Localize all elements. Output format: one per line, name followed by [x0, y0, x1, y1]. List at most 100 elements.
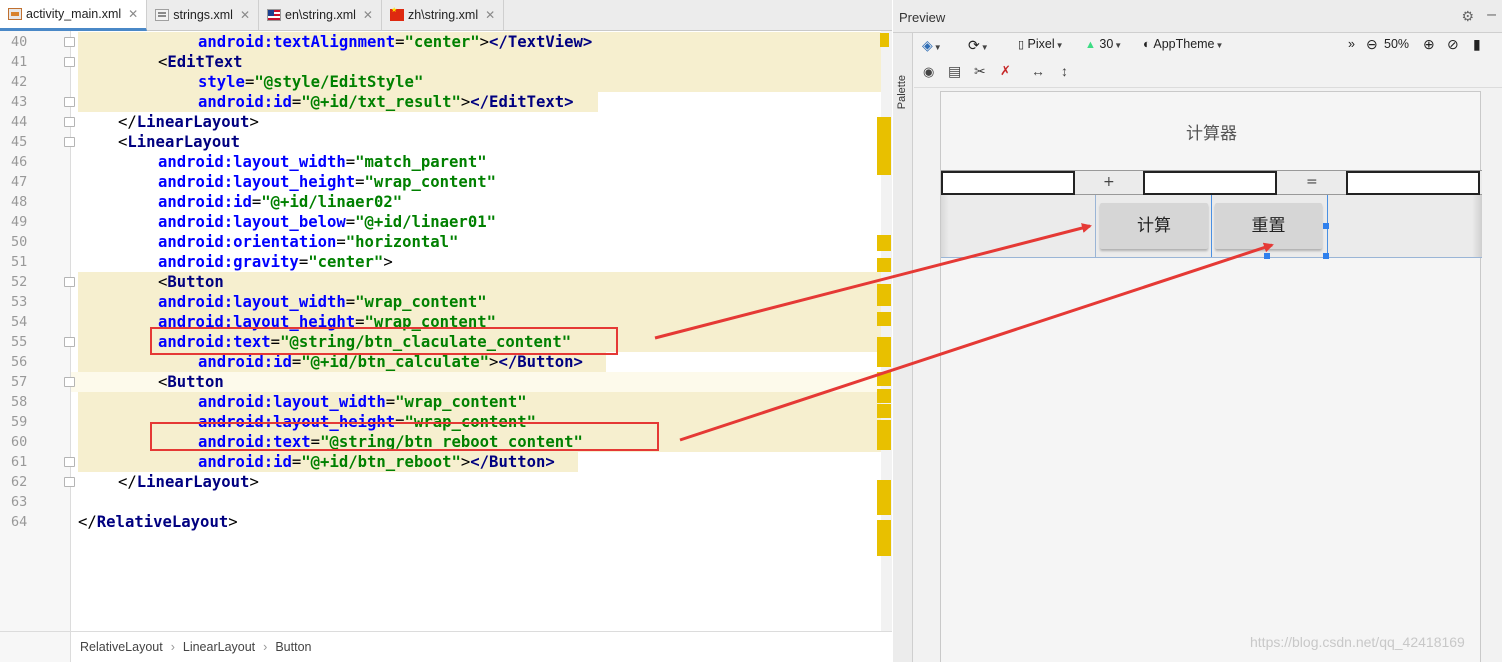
- change-marker[interactable]: [877, 258, 891, 272]
- change-marker[interactable]: [877, 480, 891, 515]
- code-line[interactable]: 64 </RelativeLayout>: [0, 512, 892, 532]
- reboot-button[interactable]: 重置: [1215, 203, 1322, 249]
- code-line[interactable]: 48 android:id="@+id/linaer02": [0, 192, 892, 212]
- tab-en-string[interactable]: en\string.xml ✕: [259, 0, 382, 30]
- autoconnect-icon[interactable]: ✂: [974, 63, 986, 80]
- code-token: <: [118, 133, 128, 151]
- tab-strings[interactable]: strings.xml ✕: [147, 0, 260, 30]
- change-marker[interactable]: [877, 312, 891, 326]
- code-line[interactable]: 42 style="@style/EditStyle": [0, 72, 892, 92]
- selection-handle[interactable]: [1264, 253, 1270, 259]
- overflow-icon[interactable]: »: [1348, 37, 1355, 51]
- operand2-input[interactable]: [1143, 171, 1277, 195]
- tab-label: strings.xml: [173, 8, 233, 22]
- result-input[interactable]: [1346, 171, 1480, 195]
- selection-handle[interactable]: [1323, 223, 1329, 229]
- theme-selector[interactable]: ◐ AppTheme▼: [1143, 37, 1223, 51]
- app-title: 计算器: [1186, 124, 1237, 144]
- code-token: <: [158, 373, 168, 391]
- code-line[interactable]: 40 android:textAlignment="center"></TextV…: [0, 32, 892, 52]
- change-marker[interactable]: [877, 117, 891, 175]
- design-surface-button[interactable]: ◈▼: [922, 37, 942, 54]
- api-selector[interactable]: ▲ 30▼: [1085, 37, 1122, 51]
- clear-constraints-icon[interactable]: ✗: [1000, 63, 1011, 79]
- code-line[interactable]: 57 <Button: [0, 372, 892, 392]
- code-line[interactable]: 53 android:layout_width="wrap_content": [0, 292, 892, 312]
- horizontal-resize-icon[interactable]: ↔: [1031, 63, 1045, 79]
- close-icon[interactable]: ✕: [485, 8, 495, 22]
- line-number: 62: [11, 474, 28, 490]
- code-line[interactable]: 61 android:id="@+id/btn_reboot"></Button>: [0, 452, 892, 472]
- input-row: + =: [941, 170, 1482, 195]
- code-line[interactable]: 51 android:gravity="center">: [0, 252, 892, 272]
- blueprint-icon[interactable]: ▤: [948, 63, 961, 80]
- change-marker[interactable]: [877, 420, 891, 450]
- change-marker[interactable]: [877, 235, 891, 251]
- code-line[interactable]: 63: [0, 492, 892, 512]
- breadcrumb-item[interactable]: RelativeLayout: [80, 640, 163, 654]
- operand1-input[interactable]: [941, 171, 1075, 195]
- fold-icon[interactable]: [64, 457, 75, 467]
- screenshot-root: activity_main.xml ✕ strings.xml ✕ en\str…: [0, 0, 1502, 662]
- code-line[interactable]: 43 android:id="@+id/txt_result"></EditTex…: [0, 92, 892, 112]
- code-line[interactable]: 50 android:orientation="horizontal": [0, 232, 892, 252]
- close-icon[interactable]: ✕: [363, 8, 373, 22]
- change-marker[interactable]: [877, 520, 891, 556]
- fold-icon[interactable]: [64, 477, 75, 487]
- code-line[interactable]: 41 <EditText: [0, 52, 892, 72]
- code-line[interactable]: 47 android:layout_height="wrap_content": [0, 172, 892, 192]
- change-marker[interactable]: [877, 404, 891, 418]
- device-screen[interactable]: 计算器 + = 计算 重置: [940, 91, 1482, 662]
- palette-strip[interactable]: Palette: [893, 33, 913, 662]
- code-line[interactable]: 45 <LinearLayout: [0, 132, 892, 152]
- line-number: 63: [11, 494, 28, 510]
- change-marker[interactable]: [877, 389, 891, 403]
- device-selector[interactable]: ▯ Pixel▼: [1018, 37, 1064, 51]
- eye-icon[interactable]: ◉: [923, 64, 934, 80]
- fold-icon[interactable]: [64, 37, 75, 47]
- line-number: 61: [11, 454, 28, 470]
- fold-icon[interactable]: [64, 377, 75, 387]
- zoom-in-icon[interactable]: ⊕: [1423, 36, 1435, 53]
- orientation-button[interactable]: ⟳▼: [968, 37, 989, 54]
- fold-icon[interactable]: [64, 117, 75, 127]
- code-line[interactable]: 46 android:layout_width="match_parent": [0, 152, 892, 172]
- palette-label[interactable]: Palette: [896, 75, 908, 109]
- code-line[interactable]: 49 android:layout_below="@+id/linaer01": [0, 212, 892, 232]
- fold-icon[interactable]: [64, 277, 75, 287]
- breadcrumb-item[interactable]: LinearLayout: [183, 640, 255, 654]
- close-icon[interactable]: ✕: [240, 8, 250, 22]
- zoom-fit-icon[interactable]: ⊘: [1447, 36, 1459, 53]
- refresh-icon[interactable]: ▮: [1473, 36, 1481, 53]
- fold-icon[interactable]: [64, 337, 75, 347]
- line-number: 45: [11, 134, 28, 150]
- tab-zh-string[interactable]: zh\string.xml ✕: [382, 0, 505, 30]
- calculate-button[interactable]: 计算: [1100, 203, 1208, 249]
- code-token: android:gravity: [158, 253, 299, 271]
- close-icon[interactable]: ✕: [128, 7, 138, 21]
- code-line[interactable]: 56 android:id="@+id/btn_calculate"></Butt…: [0, 352, 892, 372]
- change-marker[interactable]: [877, 372, 891, 386]
- fold-icon[interactable]: [64, 137, 75, 147]
- code-text: android:id="@+id/btn_calculate"></Button…: [198, 352, 583, 372]
- tab-activity-main[interactable]: activity_main.xml ✕: [0, 0, 148, 31]
- code-text: android:id="@+id/txt_result"></EditText>: [198, 92, 574, 112]
- gear-icon[interactable]: ⚙: [1461, 8, 1474, 25]
- change-marker[interactable]: [877, 337, 891, 367]
- change-marker[interactable]: [880, 33, 889, 47]
- code-line[interactable]: 44 </LinearLayout>: [0, 112, 892, 132]
- code-line[interactable]: 58 android:layout_width="wrap_content": [0, 392, 892, 412]
- selection-handle[interactable]: [1323, 253, 1329, 259]
- code-line[interactable]: 62 </LinearLayout>: [0, 472, 892, 492]
- change-marker[interactable]: [877, 284, 891, 306]
- fold-icon[interactable]: [64, 57, 75, 67]
- code-token: >: [383, 253, 393, 271]
- breadcrumb-item[interactable]: Button: [275, 640, 311, 654]
- zoom-out-icon[interactable]: ⊖: [1366, 36, 1378, 53]
- fold-icon[interactable]: [64, 97, 75, 107]
- equals-label: =: [1306, 174, 1318, 190]
- hide-panel-icon[interactable]: –: [1487, 6, 1496, 24]
- code-line[interactable]: 52 <Button: [0, 272, 892, 292]
- code-token: android:textAlignment: [198, 33, 396, 51]
- vertical-resize-icon[interactable]: ↕: [1061, 63, 1068, 79]
